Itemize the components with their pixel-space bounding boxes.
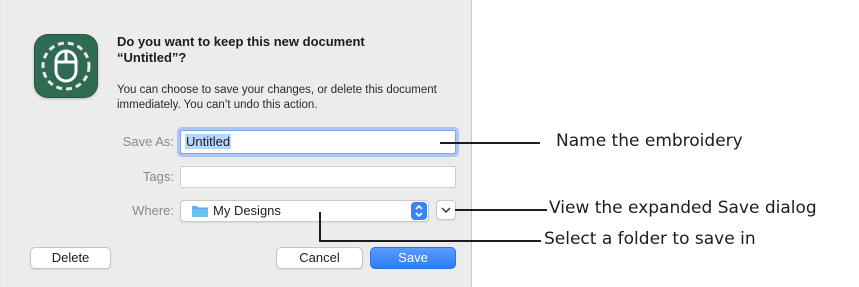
chevron-down-icon — [441, 207, 451, 214]
callout-select-folder: Select a folder to save in — [544, 229, 756, 249]
cancel-button[interactable]: Cancel — [276, 247, 363, 269]
background-grid — [0, 0, 20, 287]
updown-chevron-icon[interactable] — [411, 202, 427, 220]
folder-icon — [192, 206, 208, 217]
save-as-value: Untitled — [185, 134, 232, 149]
expand-dialog-button[interactable] — [436, 200, 456, 220]
callout-line-expand — [455, 209, 547, 211]
dialog-title: Do you want to keep this new document “U… — [117, 34, 365, 65]
dialog-message: You can choose to save your changes, or … — [117, 84, 437, 111]
callout-line-folder-vertical — [319, 212, 321, 241]
save-button[interactable]: Save — [370, 247, 456, 269]
callout-line-folder-horizontal — [319, 240, 541, 242]
tags-label: Tags: — [142, 169, 174, 184]
where-label: Where: — [132, 203, 174, 218]
mouse-icon — [34, 34, 98, 98]
tags-input[interactable] — [180, 166, 456, 188]
save-as-label: Save As: — [122, 134, 174, 149]
callout-name-embroidery: Name the embroidery — [556, 131, 743, 151]
save-as-input[interactable]: Untitled — [180, 130, 456, 154]
callout-line-name — [440, 142, 540, 144]
where-value: My Designs — [213, 203, 281, 218]
delete-button[interactable]: Delete — [30, 247, 111, 269]
callout-expanded-dialog: View the expanded Save dialog — [549, 198, 817, 218]
save-dialog: Do you want to keep this new document “U… — [0, 0, 472, 287]
